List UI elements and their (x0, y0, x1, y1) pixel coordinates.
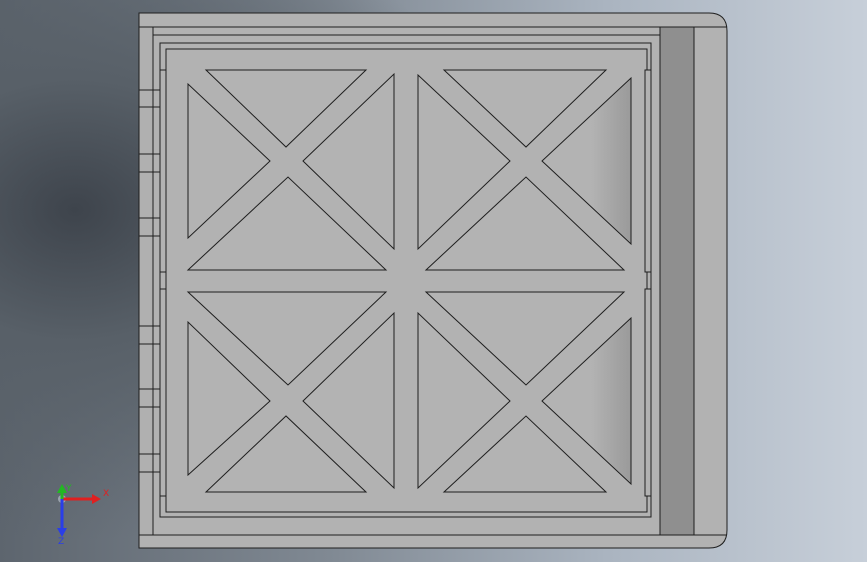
x-axis-arrow (62, 494, 101, 504)
left-flange (138, 26, 154, 536)
graphics-viewport[interactable]: X Y Z (0, 0, 867, 562)
z-axis-label: Z (58, 537, 64, 546)
z-axis-arrow (57, 499, 67, 537)
cad-part-top-view[interactable] (0, 0, 867, 562)
x-axis-label: X (103, 489, 109, 499)
y-axis-label: Y (65, 484, 72, 494)
right-side-strip (659, 26, 695, 536)
orientation-triad[interactable]: X Y Z (48, 482, 112, 546)
